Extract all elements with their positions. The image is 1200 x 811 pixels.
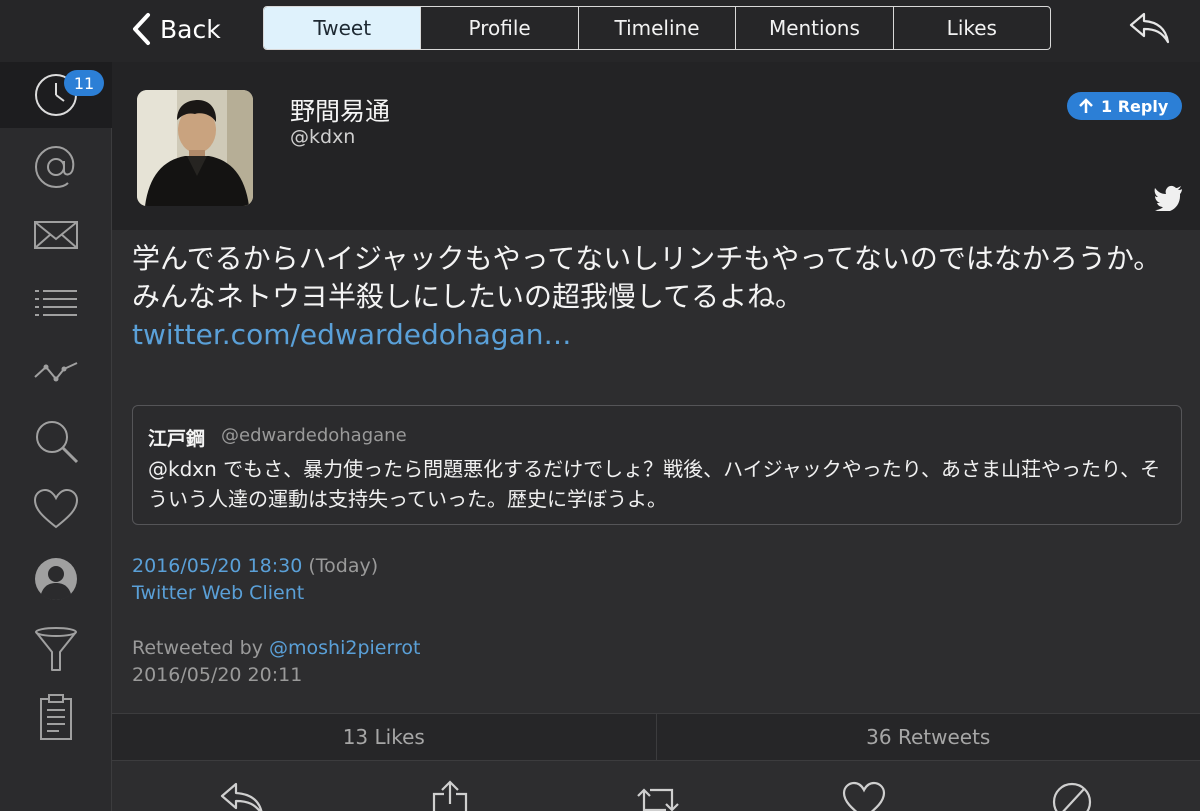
- share-action-button[interactable]: [426, 778, 474, 811]
- avatar-photo: [137, 90, 253, 206]
- sidebar-item-timeline[interactable]: 11: [0, 62, 112, 128]
- quote-user-handle: @edwardedohagane: [221, 425, 407, 446]
- reply-icon: [220, 782, 263, 811]
- user-name[interactable]: 野間易通: [290, 92, 390, 128]
- filter-icon: [35, 627, 77, 671]
- top-bar: Back Tweet Profile Timeline Mentions Lik…: [0, 0, 1200, 62]
- sidebar-item-activity[interactable]: [0, 338, 112, 404]
- user-icon: [35, 558, 77, 600]
- tweet-datetime-note: (Today): [302, 555, 379, 577]
- tweet-text: 学んでるからハイジャックもやってないしリンチもやってないのではなかろうか。みんな…: [132, 240, 1182, 354]
- tweet-body: 学んでるからハイジャックもやってないしリンチもやってないのではなかろうか。みんな…: [132, 242, 1162, 313]
- quote-text: @kdxn でもさ、暴力使ったら問題悪化するだけでしょ？戦後、ハイジャックやった…: [148, 457, 1161, 511]
- sidebar-item-mentions[interactable]: [0, 134, 112, 200]
- tweet-datetime[interactable]: 2016/05/20 18:30 (Today): [132, 555, 378, 577]
- chevron-left-icon: [133, 13, 150, 45]
- sidebar: 11: [0, 62, 112, 811]
- sidebar-item-filters[interactable]: [0, 616, 112, 682]
- likes-count[interactable]: 13 Likes: [112, 714, 656, 760]
- avatar[interactable]: [137, 90, 253, 206]
- tab-likes[interactable]: Likes: [892, 7, 1050, 49]
- back-button[interactable]: Back: [130, 10, 221, 48]
- tweet-detail-screen: Back Tweet Profile Timeline Mentions Lik…: [0, 0, 1200, 811]
- sidebar-item-search[interactable]: [0, 408, 112, 474]
- reply-button[interactable]: [1128, 10, 1172, 46]
- arrow-up-icon: [1079, 98, 1093, 113]
- replies-button[interactable]: 1 Reply: [1067, 92, 1183, 120]
- replies-label: 1 Reply: [1101, 96, 1169, 116]
- search-icon: [36, 421, 79, 464]
- view-switcher: Tweet Profile Timeline Mentions Likes: [263, 6, 1051, 50]
- unread-badge: 11: [64, 70, 104, 96]
- sidebar-item-profile[interactable]: [0, 546, 112, 612]
- retweeted-by-label: Retweeted by: [132, 637, 269, 659]
- user-handle[interactable]: @kdxn: [290, 126, 355, 148]
- tweet-header: 野間易通 @kdxn 1 Reply: [112, 62, 1200, 230]
- share-icon: [432, 780, 468, 811]
- heart-icon: [842, 781, 886, 811]
- action-bar: [112, 762, 1200, 811]
- mute-action-button[interactable]: [1048, 778, 1096, 811]
- tab-tweet[interactable]: Tweet: [264, 7, 421, 49]
- sidebar-item-messages[interactable]: [0, 202, 112, 268]
- tweet-stats: 13 Likes 36 Retweets: [112, 713, 1200, 761]
- twitter-bird-icon: [1154, 185, 1182, 211]
- block-icon: [1052, 782, 1092, 811]
- retweeted-by-user[interactable]: @moshi2pierrot: [269, 637, 420, 659]
- quote-user-name: 江戸鋼: [148, 428, 206, 450]
- activity-icon: [34, 362, 78, 382]
- sidebar-item-drafts[interactable]: [0, 684, 112, 750]
- reply-action-button[interactable]: [218, 778, 266, 811]
- like-action-button[interactable]: [840, 778, 888, 811]
- tab-mentions[interactable]: Mentions: [735, 7, 892, 49]
- envelope-icon: [34, 221, 78, 249]
- sidebar-item-lists[interactable]: [0, 270, 112, 336]
- retweets-count[interactable]: 36 Retweets: [655, 714, 1200, 760]
- back-label: Back: [160, 14, 221, 44]
- retweet-icon: [637, 788, 679, 811]
- tab-timeline[interactable]: Timeline: [577, 7, 735, 49]
- tweet-link[interactable]: twitter.com/edwardedohagan…: [132, 318, 571, 351]
- quoted-tweet[interactable]: 江戸鋼 @edwardedohagane @kdxn でもさ、暴力使ったら問題悪…: [132, 405, 1182, 525]
- clipboard-icon: [40, 694, 72, 740]
- at-icon: [34, 145, 75, 189]
- tweet-datetime-value: 2016/05/20 18:30: [132, 555, 303, 577]
- sidebar-item-likes[interactable]: [0, 476, 112, 542]
- retweeted-by: Retweeted by @moshi2pierrot: [132, 637, 420, 659]
- retweet-datetime: 2016/05/20 20:11: [132, 664, 303, 686]
- list-icon: [35, 290, 77, 316]
- retweet-action-button[interactable]: [634, 778, 682, 811]
- reply-icon: [1129, 12, 1170, 44]
- heart-icon: [33, 488, 79, 529]
- tweet-client[interactable]: Twitter Web Client: [132, 582, 304, 604]
- tab-profile[interactable]: Profile: [420, 7, 577, 49]
